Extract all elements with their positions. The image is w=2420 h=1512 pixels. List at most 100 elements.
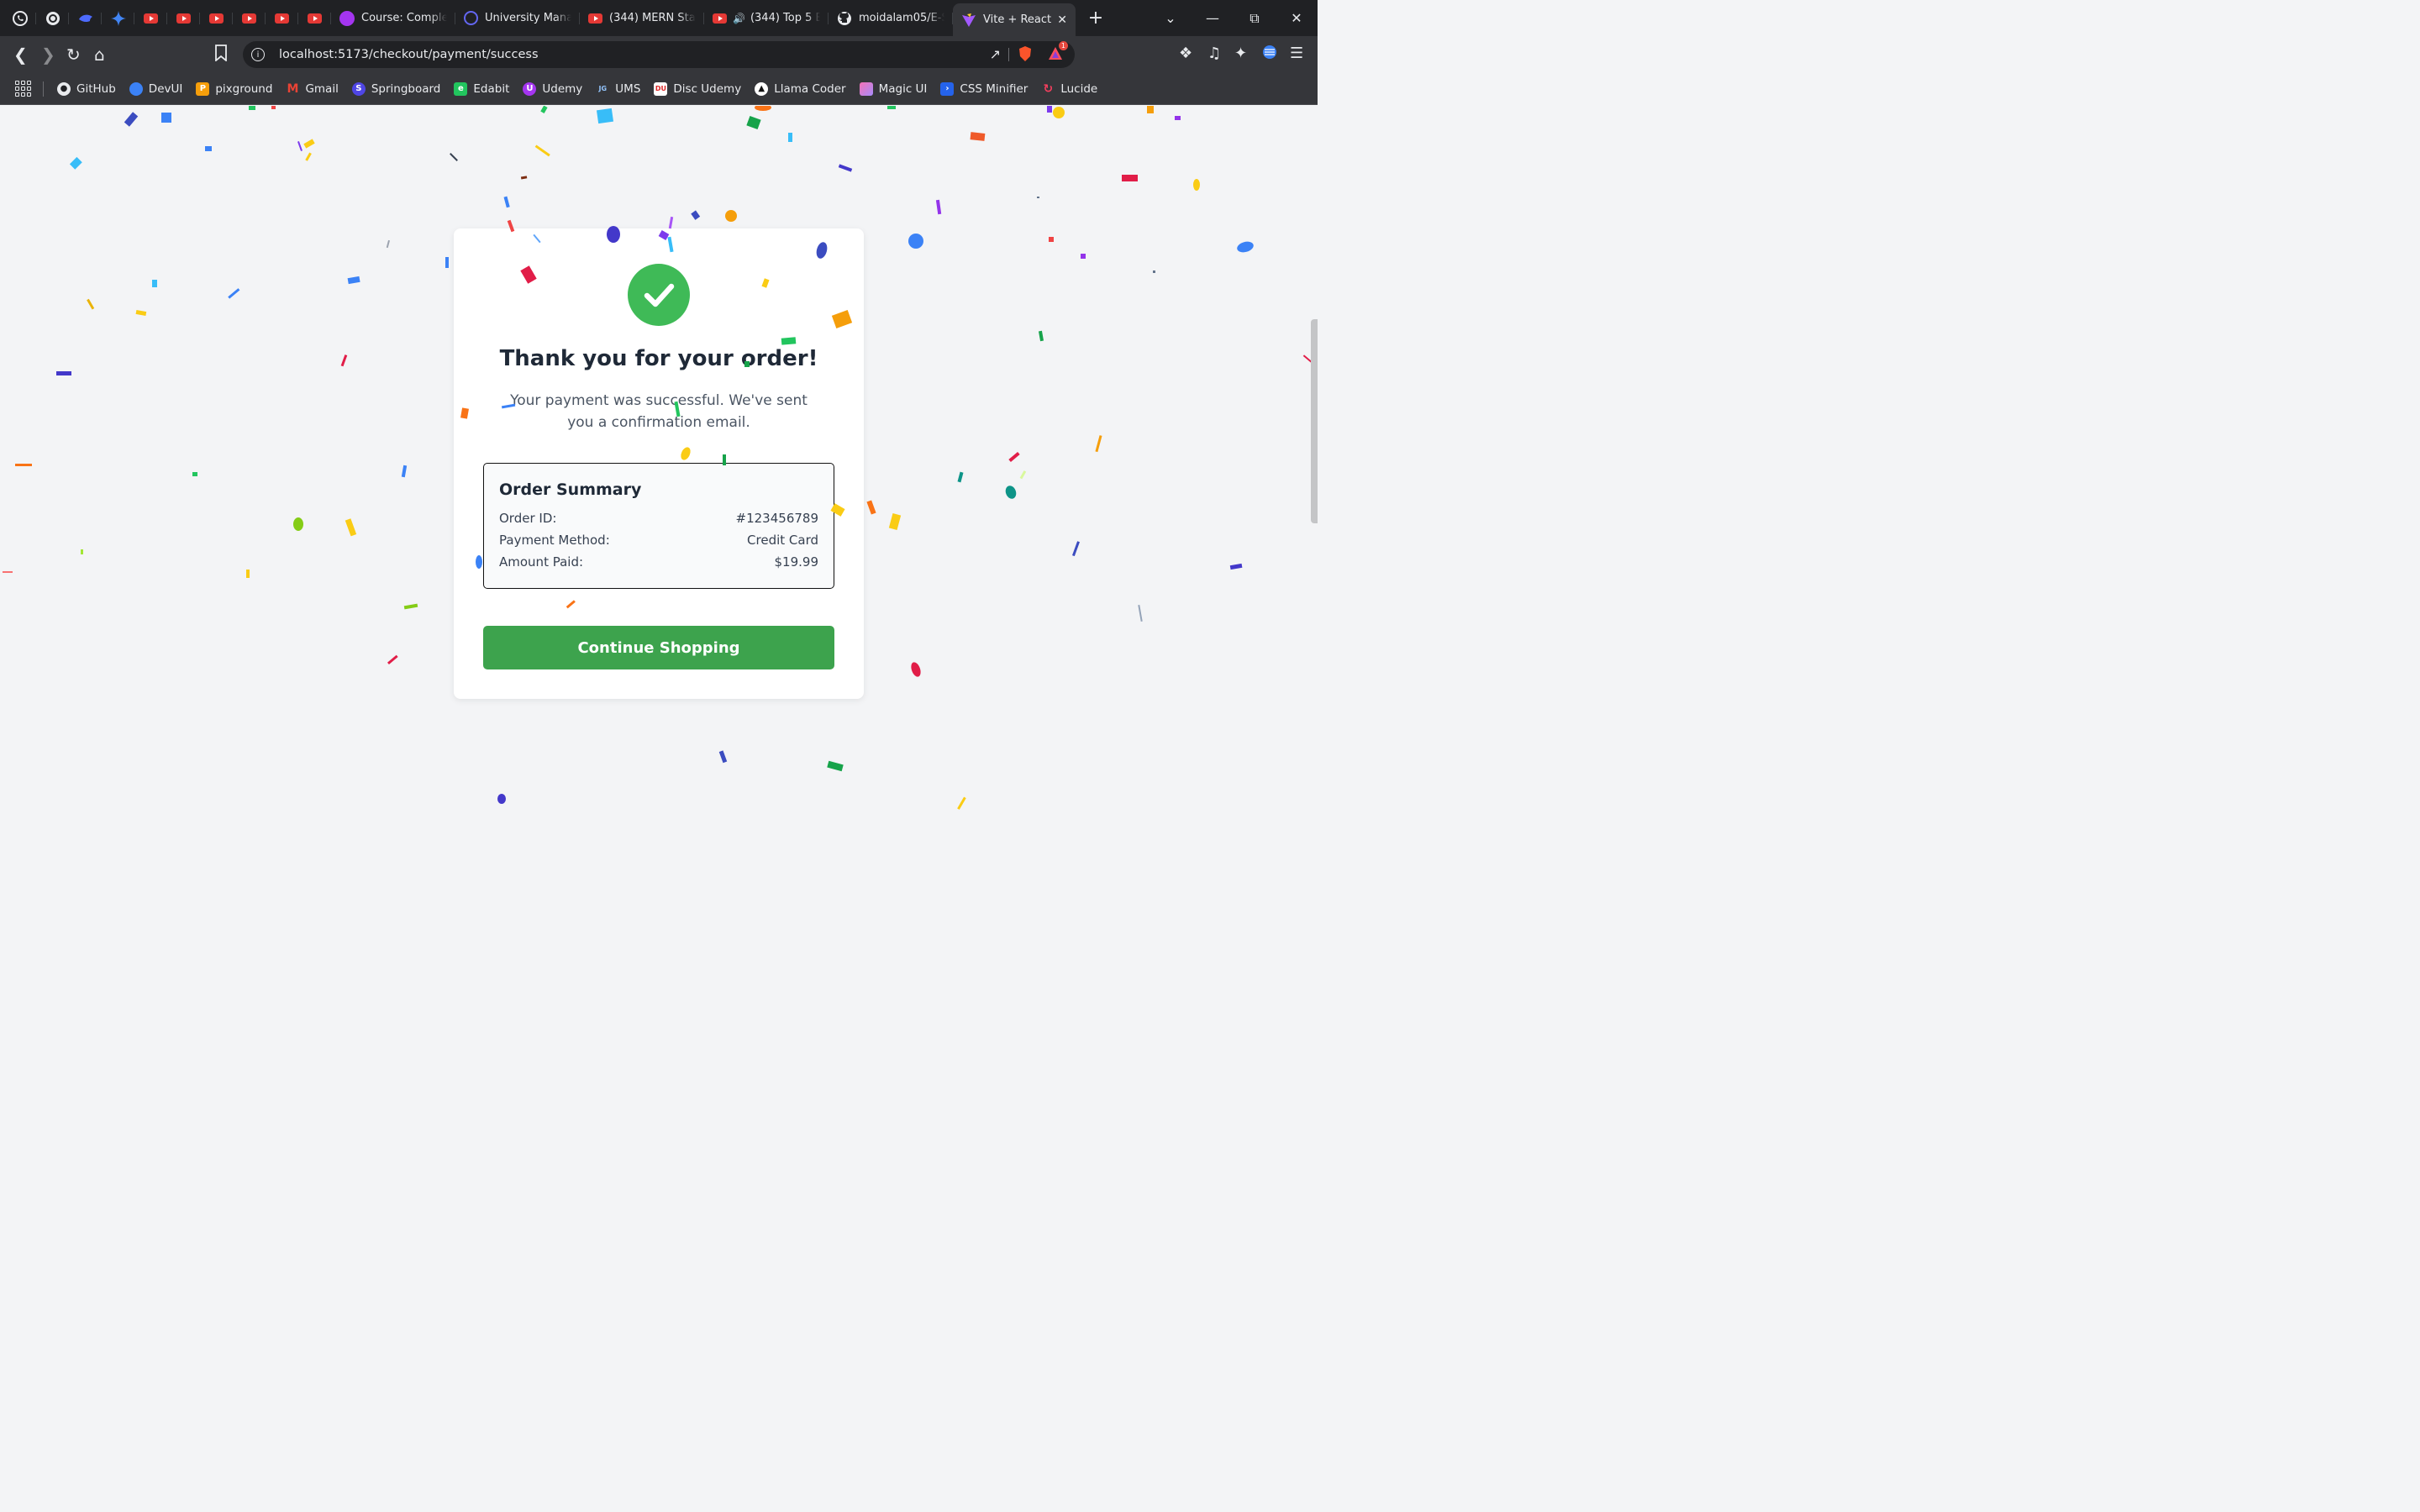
- tab-search-chevron-icon[interactable]: ⌄: [1150, 10, 1192, 26]
- pinned-tab-chatgpt[interactable]: [36, 3, 69, 34]
- youtube-icon: [144, 13, 158, 24]
- home-icon[interactable]: ⌂: [94, 45, 105, 65]
- apps-icon[interactable]: [15, 81, 31, 97]
- window-controls: ⌄ — ⧉ ✕: [1150, 0, 1318, 36]
- summary-row-order-id: Order ID: #123456789: [499, 507, 818, 529]
- bookmark-label: Disc Udemy: [673, 81, 742, 96]
- lucide-icon: ↻: [1043, 81, 1054, 96]
- circle-icon: [464, 11, 478, 25]
- continue-shopping-button[interactable]: Continue Shopping: [483, 626, 834, 669]
- bookmark-disc-udemy[interactable]: DU Disc Udemy: [654, 81, 742, 96]
- youtube-icon: [176, 13, 191, 24]
- summary-label: Order ID:: [499, 511, 557, 526]
- pinned-tab-youtube-3[interactable]: [200, 3, 233, 34]
- youtube-icon: [588, 13, 602, 24]
- springboard-icon: S: [351, 81, 366, 96]
- github-icon: ●: [57, 81, 71, 96]
- bookmark-devui[interactable]: DevUI: [129, 81, 183, 96]
- llama-coder-icon: ▲: [755, 81, 769, 96]
- pixground-icon: P: [196, 81, 210, 96]
- gemini-icon: [110, 10, 126, 26]
- tab-top5[interactable]: 🔊 (344) Top 5 B: [704, 3, 829, 34]
- pinned-tab-gemini[interactable]: [102, 3, 134, 34]
- summary-value: #123456789: [735, 511, 818, 526]
- omnibox-divider: [1008, 48, 1009, 61]
- tab-course[interactable]: Course: Complete: [331, 3, 455, 34]
- bookmark-icon[interactable]: [214, 45, 228, 66]
- url-text[interactable]: localhost:5173/checkout/payment/success: [279, 48, 539, 61]
- bookmark-lucide[interactable]: ↻ Lucide: [1041, 82, 1097, 96]
- bookmark-ums[interactable]: JG UMS: [596, 81, 641, 96]
- bookmark-label: Gmail: [305, 81, 339, 96]
- bookmark-udemy[interactable]: U Udemy: [523, 81, 582, 96]
- udemy-icon: U: [523, 81, 537, 96]
- new-tab-button[interactable]: +: [1081, 8, 1111, 29]
- whatsapp-icon: [12, 10, 28, 26]
- bookmark-edabit[interactable]: e Edabit: [454, 81, 509, 96]
- tab-label: (344) Top 5 B: [750, 12, 820, 24]
- tab-university[interactable]: University Manag: [455, 3, 580, 34]
- pinned-tab-deepseek[interactable]: [69, 3, 102, 34]
- pinned-tab-whatsapp[interactable]: [3, 3, 36, 34]
- disc-udemy-icon: DU: [654, 81, 668, 96]
- bookmark-label: UMS: [615, 81, 641, 96]
- youtube-icon: [242, 13, 256, 24]
- pinned-tab-youtube-5[interactable]: [266, 3, 298, 34]
- pinned-tab-youtube-1[interactable]: [134, 3, 167, 34]
- reload-icon[interactable]: ↻: [66, 45, 81, 65]
- bookmark-css-minifier[interactable]: › CSS Minifier: [940, 81, 1028, 96]
- page-viewport: Thank you for your order! Your payment w…: [0, 106, 1318, 823]
- window-close-button[interactable]: ✕: [1276, 10, 1318, 26]
- bookmark-springboard[interactable]: S Springboard: [351, 81, 440, 96]
- menu-icon[interactable]: ☰: [1290, 45, 1303, 62]
- success-check-icon: [628, 264, 690, 326]
- brave-shields-icon[interactable]: [1018, 45, 1033, 66]
- bookmark-github[interactable]: ● GitHub: [57, 81, 116, 96]
- forward-icon[interactable]: ❯: [41, 45, 55, 65]
- summary-row-amount-paid: Amount Paid: $19.99: [499, 551, 818, 573]
- summary-value: $19.99: [774, 554, 819, 570]
- minimize-button[interactable]: —: [1192, 10, 1234, 26]
- page-scrollbar[interactable]: [1311, 319, 1318, 523]
- address-bar[interactable]: i localhost:5173/checkout/payment/succes…: [243, 41, 1075, 68]
- bookmark-magic-ui[interactable]: Magic UI: [859, 81, 927, 96]
- youtube-icon: [308, 13, 322, 24]
- pinned-tab-youtube-6[interactable]: [298, 3, 331, 34]
- speaker-icon[interactable]: 🔊: [733, 13, 745, 24]
- bookmark-label: Lucide: [1060, 81, 1098, 96]
- tab-label: (344) MERN Stack: [609, 12, 696, 24]
- back-icon[interactable]: ❮: [13, 45, 28, 65]
- tab-mern[interactable]: (344) MERN Stack: [580, 3, 704, 34]
- tab-github[interactable]: moidalam05/E-S: [829, 3, 953, 34]
- deepseek-icon: [78, 14, 92, 22]
- share-icon[interactable]: ↗: [990, 46, 1001, 62]
- bookmark-gmail[interactable]: M Gmail: [286, 82, 338, 96]
- pinned-tab-youtube-2[interactable]: [167, 3, 200, 34]
- wallet-icon[interactable]: [1262, 45, 1277, 64]
- close-icon[interactable]: ✕: [1057, 13, 1067, 27]
- summary-label: Payment Method:: [499, 533, 610, 548]
- tab-label: University Manag: [485, 12, 571, 24]
- notification-badge: 1: [1058, 41, 1068, 50]
- tab-label: Vite + React: [983, 13, 1052, 26]
- openai-icon: [45, 11, 60, 25]
- site-info-icon[interactable]: i: [251, 48, 265, 61]
- extensions-icon[interactable]: ❖: [1179, 45, 1192, 62]
- github-icon: [838, 11, 851, 25]
- summary-value: Credit Card: [747, 533, 818, 548]
- restore-button[interactable]: ⧉: [1234, 10, 1276, 27]
- leo-ai-icon[interactable]: ✦: [1234, 45, 1247, 62]
- youtube-icon: [275, 13, 289, 24]
- brave-rewards-icon[interactable]: 1: [1048, 41, 1068, 65]
- bookmark-llama-coder[interactable]: ▲ Llama Coder: [755, 81, 846, 96]
- devui-icon: [129, 81, 143, 96]
- media-icon[interactable]: ♫: [1207, 45, 1221, 62]
- tab-label: Course: Complete: [361, 12, 447, 24]
- gmail-icon: M: [287, 81, 299, 96]
- success-message: Your payment was successful. We've sent …: [510, 392, 808, 431]
- youtube-icon: [209, 13, 224, 24]
- bookmark-pixground[interactable]: Ppixground: [196, 81, 272, 96]
- tab-vite-react[interactable]: Vite + React ✕: [953, 3, 1076, 37]
- bookmark-label: DevUI: [148, 81, 183, 96]
- pinned-tab-youtube-4[interactable]: [233, 3, 266, 34]
